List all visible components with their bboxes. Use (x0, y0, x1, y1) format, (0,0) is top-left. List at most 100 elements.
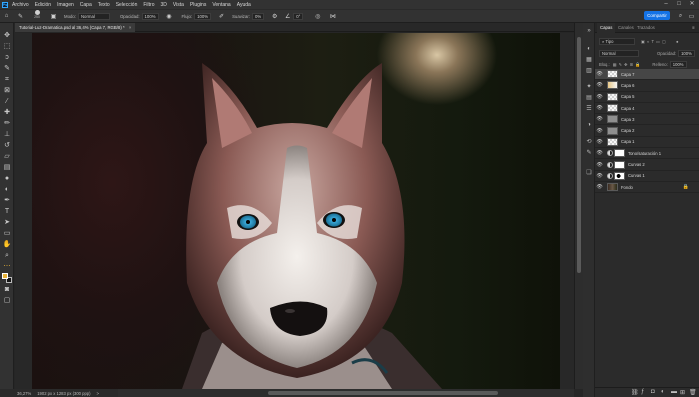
layer-thumbnail[interactable] (607, 183, 618, 192)
layer-row[interactable]: 👁 Capa 1 (595, 137, 699, 149)
layer-filter-select[interactable]: ⌕ Tipo (599, 38, 635, 45)
rectangle-tool-icon[interactable]: ▭ (2, 229, 12, 239)
gradients-panel-icon[interactable]: ▥ (585, 67, 593, 75)
learn-panel-icon[interactable]: ✦ (585, 83, 593, 91)
quick-selection-tool-icon[interactable]: ✎ (2, 64, 12, 74)
layer-thumbnail[interactable] (607, 126, 618, 135)
brush-size-picker[interactable]: 250 (31, 10, 43, 22)
history-panel-icon[interactable]: ⟲ (585, 138, 593, 146)
layer-row[interactable]: 👁 Capa 4 (595, 103, 699, 115)
crop-tool-icon[interactable]: ⌗ (2, 75, 12, 85)
visibility-eye-icon[interactable]: 👁 (595, 150, 604, 156)
layer-row[interactable]: 👁 Capa 6 (595, 80, 699, 92)
swatches-panel-icon[interactable]: ▦ (585, 56, 593, 64)
brush-tool-preset-icon[interactable]: ✎ (16, 12, 25, 21)
eraser-tool-icon[interactable]: ▱ (2, 152, 12, 162)
new-layer-icon[interactable]: ⊞ (680, 389, 685, 396)
horizontal-scrollbar[interactable] (118, 389, 574, 397)
foreground-color-swatch[interactable] (2, 273, 8, 279)
delete-layer-icon[interactable]: 🗑 (689, 389, 697, 396)
visibility-eye-icon[interactable]: 👁 (595, 82, 604, 88)
panel-menu-icon[interactable]: ≡ (689, 23, 698, 33)
quick-mask-icon[interactable]: ◙ (2, 285, 12, 295)
zoom-tool-icon[interactable]: ⌕ (2, 251, 12, 261)
pressure-size-icon[interactable]: ◎ (313, 12, 322, 21)
flow-field[interactable]: 100% (194, 12, 212, 20)
share-button[interactable]: Compartir (644, 11, 670, 20)
move-tool-icon[interactable]: ✥ (2, 31, 12, 41)
canvas-area[interactable] (15, 33, 574, 389)
layer-style-icon[interactable]: ƒ (641, 389, 644, 395)
libraries-panel-icon[interactable]: ▤ (585, 94, 593, 102)
layer-thumbnail[interactable] (607, 137, 618, 146)
fill-field[interactable]: 100% (669, 61, 687, 68)
tab-capas[interactable]: Capas (597, 23, 616, 33)
layer-row[interactable]: 👁 Tono/saturación 1 (595, 148, 699, 160)
layer-lock-icon[interactable]: 🔒 (683, 184, 689, 190)
menu-item-plugins[interactable]: Plugins (187, 2, 209, 8)
lasso-tool-icon[interactable]: ↄ (2, 53, 12, 63)
history-brush-tool-icon[interactable]: ↺ (2, 141, 12, 151)
husky-photo[interactable] (32, 33, 560, 389)
layer-thumbnail[interactable] (607, 81, 618, 90)
visibility-eye-icon[interactable]: 👁 (595, 105, 604, 111)
frame-tool-icon[interactable]: ⊠ (2, 86, 12, 96)
symmetry-butterfly-icon[interactable]: ⋈ (328, 12, 337, 21)
healing-brush-tool-icon[interactable]: ✚ (2, 108, 12, 118)
layer-mask-thumbnail[interactable] (614, 171, 625, 180)
vertical-scroll-thumb[interactable] (577, 37, 581, 273)
brush-settings-icon[interactable]: ▣ (49, 12, 58, 21)
status-menu-arrow[interactable]: > (97, 391, 99, 396)
maximize-button[interactable]: □ (673, 0, 685, 9)
workspace-icon[interactable]: ▭ (687, 12, 696, 21)
visibility-eye-icon[interactable]: 👁 (595, 128, 604, 134)
zoom-level[interactable]: 36,27% (17, 391, 31, 396)
blur-tool-icon[interactable]: ● (2, 174, 12, 184)
brushes-panel-icon[interactable]: ✎ (585, 149, 593, 157)
gradient-tool-icon[interactable]: ▤ (2, 163, 12, 173)
tab-trazados[interactable]: Trazados (634, 23, 658, 33)
visibility-eye-icon[interactable]: 👁 (595, 94, 604, 100)
airbrush-icon[interactable]: ✐ (217, 12, 226, 21)
layer-thumbnail[interactable] (607, 115, 618, 124)
smoothing-options-gear-icon[interactable]: ⚙ (270, 12, 279, 21)
menu-item-ayuda[interactable]: Ayuda (234, 2, 254, 8)
photoshop-logo[interactable]: Ps (0, 0, 9, 9)
menu-item-vista[interactable]: Vista (170, 2, 187, 8)
layer-opacity-field[interactable]: 100% (678, 50, 695, 57)
marquee-tool-icon[interactable]: ⬚ (2, 42, 12, 52)
filter-type-icons[interactable]: ▣◐T▭▢ (641, 39, 668, 44)
new-adjustment-icon[interactable]: ◐ (661, 389, 665, 395)
layer-mask-thumbnail[interactable] (614, 160, 625, 169)
clone-stamp-tool-icon[interactable]: ⊥ (2, 130, 12, 140)
menu-item-archivo[interactable]: Archivo (9, 2, 32, 8)
layer-row[interactable]: 👁 Capa 7 (595, 69, 699, 81)
layer-thumbnail[interactable] (607, 92, 618, 101)
link-layers-icon[interactable]: ⛓ (631, 389, 639, 396)
menu-item-imagen[interactable]: Imagen (54, 2, 77, 8)
layers-panel-icon[interactable]: ❏ (585, 169, 593, 177)
layer-thumbnail[interactable] (607, 104, 618, 113)
vertical-scrollbar[interactable] (574, 23, 583, 389)
smoothing-field[interactable]: 0% (251, 12, 265, 20)
visibility-eye-icon[interactable]: 👁 (595, 139, 604, 145)
layer-row[interactable]: 👁 Capa 3 (595, 114, 699, 126)
close-tab-icon[interactable]: × (129, 25, 132, 30)
layer-row[interactable]: 👁 Curvas 2 (595, 159, 699, 171)
dodge-tool-icon[interactable]: ◐ (2, 185, 12, 195)
properties-panel-icon[interactable]: ☰ (585, 105, 593, 113)
menu-item-ventana[interactable]: Ventana (209, 2, 233, 8)
visibility-eye-icon[interactable]: 👁 (595, 116, 604, 122)
home-icon[interactable]: ⌂ (2, 12, 11, 21)
eyedropper-tool-icon[interactable]: ⁄ (2, 97, 12, 107)
close-window-button[interactable]: ✕ (686, 0, 698, 9)
visibility-eye-icon[interactable]: 👁 (595, 184, 604, 190)
menu-item-3d[interactable]: 3D (158, 2, 170, 8)
filter-toggle-icon[interactable]: ● (676, 39, 679, 44)
blend-mode-select[interactable]: Normal (599, 50, 639, 57)
pressure-opacity-icon[interactable]: ◉ (165, 12, 174, 21)
layer-row[interactable]: 👁 Capa 5 (595, 92, 699, 103)
hand-tool-icon[interactable]: ✋ (2, 240, 12, 250)
search-icon[interactable]: ⌕ (676, 12, 685, 21)
angle-field[interactable]: 0° (293, 12, 304, 20)
